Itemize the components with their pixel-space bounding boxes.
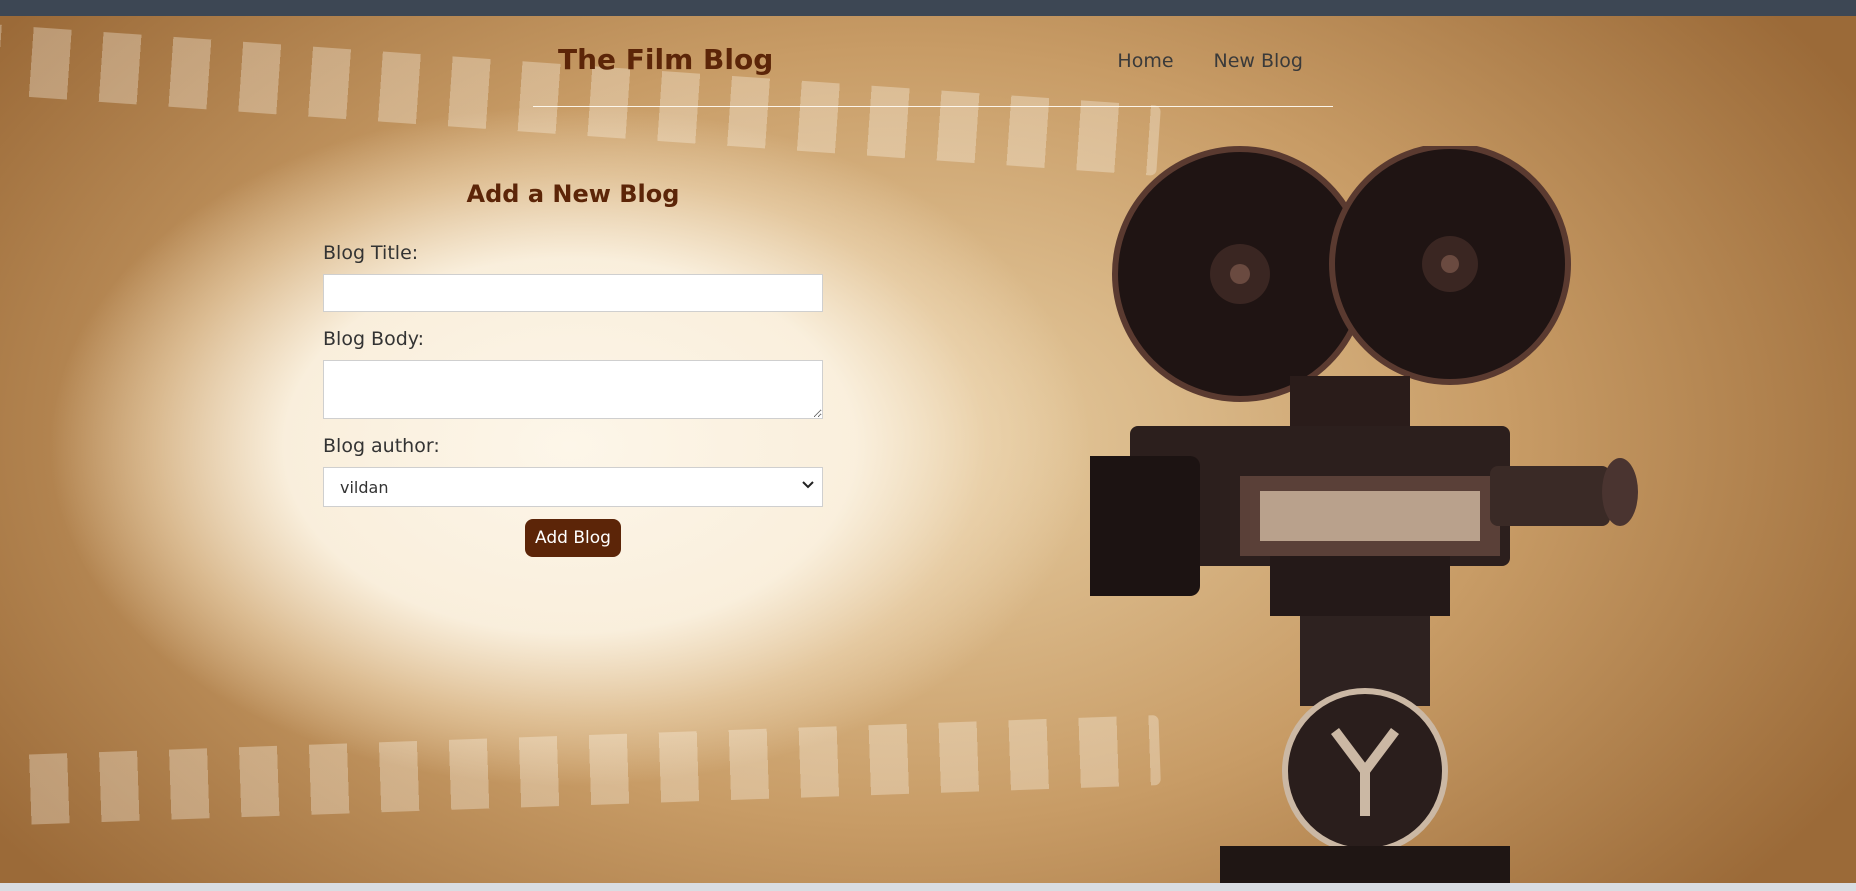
blog-body-label: Blog Body:: [323, 328, 425, 350]
new-blog-form: Add a New Blog Blog Title: Blog Body: Bl…: [323, 180, 823, 557]
blog-body-textarea[interactable]: [323, 360, 823, 419]
browser-bottom-strip: [0, 883, 1856, 891]
add-blog-button[interactable]: Add Blog: [525, 519, 621, 557]
submit-row: Add Blog: [323, 519, 823, 557]
site-brand-title[interactable]: The Film Blog: [558, 43, 773, 76]
vintage-film-camera-image: [1090, 146, 1638, 883]
hero-background: [0, 16, 1856, 883]
top-navbar: The Film Blog Home New Blog: [533, 16, 1333, 107]
form-title: Add a New Blog: [466, 180, 680, 208]
nav-links: Home New Blog: [1117, 50, 1303, 72]
blog-title-label: Blog Title:: [323, 242, 419, 264]
blog-author-select-wrapper: vildan: [323, 467, 823, 507]
film-strip-decoration: [0, 715, 1161, 827]
browser-top-strip: [0, 0, 1856, 16]
blog-author-label: Blog author:: [323, 435, 440, 457]
blog-title-input[interactable]: [323, 274, 823, 312]
nav-link-home[interactable]: Home: [1117, 50, 1173, 72]
nav-link-new-blog[interactable]: New Blog: [1214, 50, 1303, 72]
blog-author-select[interactable]: vildan: [323, 467, 823, 507]
